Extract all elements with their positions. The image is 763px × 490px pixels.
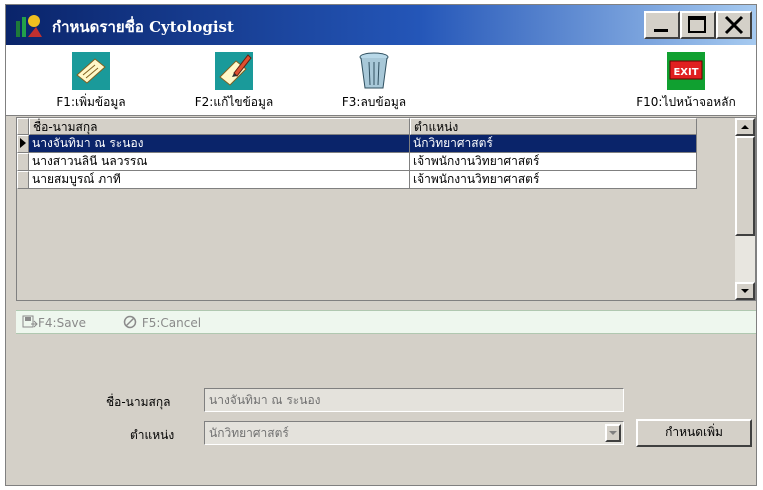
column-header-position[interactable]: ตำแหน่ง [410,118,697,135]
window-title: กำหนดรายชื่อ Cytologist [52,18,234,36]
scroll-up-button[interactable] [735,118,755,136]
add-document-icon [71,51,111,91]
add-record-label: F1:เพิ่มข้อมูล [56,95,126,109]
position-select[interactable]: นักวิทยาศาสตร์ [204,421,624,445]
maximize-button[interactable] [680,11,716,39]
scroll-thumb[interactable] [735,136,755,236]
cell-name[interactable]: นางจันทิมา ณ ระนอง [29,135,410,153]
cancel-button[interactable]: F5:Cancel [122,315,201,330]
exit-icon-text: EXIT [673,67,698,78]
position-select-value: นักวิทยาศาสตร์ [209,426,289,440]
table-row[interactable]: นางสาวนลินี นลวรรณ เจ้าพนักงานวิทยาศาสตร… [17,153,735,171]
dropdown-arrow-icon[interactable] [605,424,621,442]
add-record-button[interactable]: F1:เพิ่มข้อมูล [36,45,146,115]
app-icon [14,11,44,39]
vertical-scrollbar[interactable] [735,118,755,300]
app-window: กำหนดรายชื่อ Cytologist F1:เพิ่มข้อมูล F… [5,4,757,486]
table-row[interactable]: นายสมบูรณ์ ภาที เจ้าพนักงานวิทยาศาสตร์ [17,171,735,189]
edit-record-button[interactable]: F2:แก้ไขข้อมูล [174,45,294,115]
minimize-button[interactable] [644,11,680,39]
trash-icon [354,51,394,91]
action-bar: F4:Save F5:Cancel [16,310,756,334]
delete-record-label: F3:ลบข้อมูล [341,95,407,109]
delete-record-button[interactable]: F3:ลบข้อมูล [324,45,424,115]
save-button[interactable]: F4:Save [22,315,86,330]
close-button[interactable] [716,11,752,39]
save-label: F4:Save [38,316,87,330]
exit-to-main-button[interactable]: EXIT F10:ไปหน้าจอหลัก [618,45,754,115]
cell-position[interactable]: เจ้าพนักงานวิทยาศาสตร์ [410,171,697,189]
row-indicator-header [17,118,29,135]
name-label: ชื่อ-นามสกุล [106,395,171,409]
exit-icon: EXIT [666,51,706,91]
row-indicator [17,135,29,153]
table-row[interactable]: นางจันทิมา ณ ระนอง นักวิทยาศาสตร์ [17,135,735,153]
row-indicator [17,153,29,171]
cell-position[interactable]: เจ้าพนักงานวิทยาศาสตร์ [410,153,697,171]
column-header-name[interactable]: ชื่อ-นามสกุล [29,118,410,135]
edit-document-icon [214,51,254,91]
position-label: ตำแหน่ง [130,428,175,442]
add-position-button[interactable]: กำหนดเพิ่ม [636,419,752,447]
grid-body: ชื่อ-นามสกุล ตำแหน่ง นางจันทิมา ณ ระนอง … [17,118,735,300]
scroll-down-button[interactable] [735,282,755,300]
save-icon [22,315,38,328]
cancel-icon [123,315,137,329]
edit-form: ชื่อ-นามสกุล นางจันทิมา ณ ระนอง ตำแหน่ง … [6,337,756,485]
row-indicator [17,171,29,189]
cancel-label: F5:Cancel [141,316,202,330]
title-bar: กำหนดรายชื่อ Cytologist [6,5,756,45]
name-field[interactable]: นางจันทิมา ณ ระนอง [204,388,624,412]
toolbar: F1:เพิ่มข้อมูล F2:แก้ไขข้อมูล F3:ลบข้อมู… [6,45,756,116]
staff-grid: ชื่อ-นามสกุล ตำแหน่ง นางจันทิมา ณ ระนอง … [16,117,756,301]
cell-name[interactable]: นายสมบูรณ์ ภาที [29,171,410,189]
exit-to-main-label: F10:ไปหน้าจอหลัก [636,95,736,109]
cell-name[interactable]: นางสาวนลินี นลวรรณ [29,153,410,171]
edit-record-label: F2:แก้ไขข้อมูล [194,95,274,109]
cell-position[interactable]: นักวิทยาศาสตร์ [410,135,697,153]
